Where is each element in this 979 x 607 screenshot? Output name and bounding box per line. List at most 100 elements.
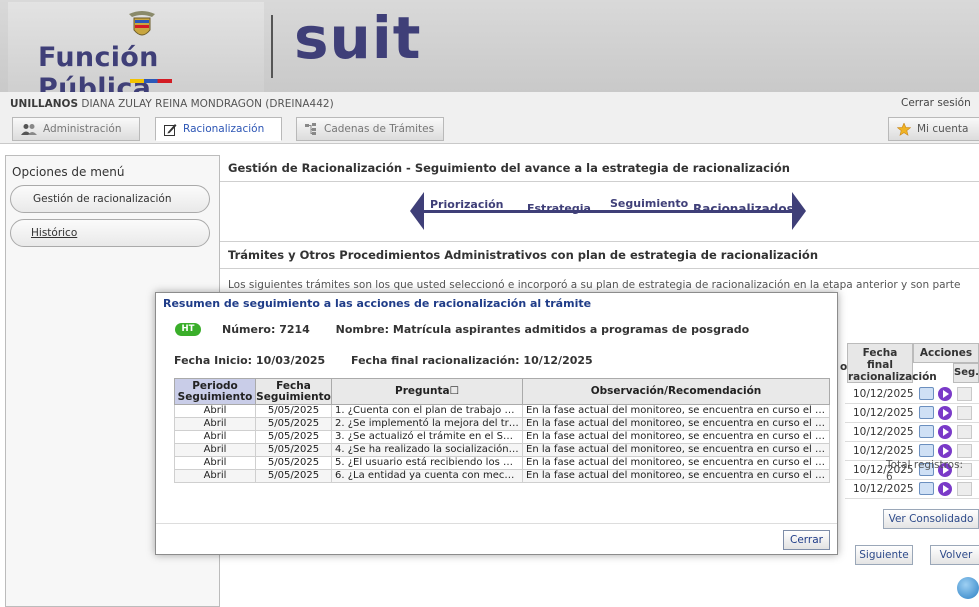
product-logo: suit: [294, 4, 422, 72]
play-icon[interactable]: [938, 425, 952, 439]
table-header-seg: Seg..: [953, 363, 979, 383]
fecha-cell: 10/12/2025: [853, 483, 914, 495]
tab-cadenas-tramites[interactable]: Cadenas de Trámites: [296, 117, 444, 141]
volver-button[interactable]: Volver: [930, 545, 979, 565]
observacion-cell: En la fase actual del monitoreo, se encu…: [522, 417, 830, 431]
sidebar-item-label: Histórico: [31, 227, 78, 239]
home-icon[interactable]: [957, 577, 979, 599]
fecha-cell: 5/05/2025: [255, 417, 332, 431]
list-icon[interactable]: [919, 482, 934, 495]
close-button[interactable]: Cerrar: [783, 530, 830, 550]
tab-bar: Administración Racionalización Cadenas d…: [0, 114, 979, 144]
divider: [220, 268, 979, 269]
total-records-label: Total registros:: [886, 459, 964, 471]
table-row: 10/12/2025: [845, 423, 979, 442]
pregunta-cell: 5. ¿El usuario está recibiendo los be...: [331, 456, 523, 470]
column-header-observacion[interactable]: Observación/Recomendación: [522, 378, 830, 405]
sidebar-title: Opciones de menú: [12, 165, 125, 179]
play-icon[interactable]: [938, 387, 952, 401]
fecha-final-label: Fecha final racionalización:: [351, 354, 520, 367]
fecha-cell: 5/05/2025: [255, 404, 332, 418]
table-row[interactable]: Abril 5/05/2025 1. ¿Cuenta con el plan d…: [174, 404, 830, 418]
observacion-cell: En la fase actual del monitoreo, se encu…: [522, 404, 830, 418]
pregunta-cell: 2. ¿Se implementó la mejora del trá...: [331, 417, 523, 431]
step-racionalizados[interactable]: Racionalizados: [693, 202, 794, 216]
user-name: UNILLANOS DIANA ZULAY REINA MONDRAGON (D…: [10, 98, 334, 110]
list-icon[interactable]: [919, 387, 934, 400]
header: Función Pública suit: [0, 0, 979, 104]
document-icon[interactable]: [957, 387, 972, 401]
chevron-right-icon[interactable]: [792, 192, 806, 230]
fecha-cell: 10/12/2025: [853, 426, 914, 438]
users-icon: [21, 124, 37, 135]
logout-link[interactable]: Cerrar sesión: [901, 97, 971, 109]
ver-consolidado-button[interactable]: Ver Consolidado: [883, 509, 979, 529]
periodo-cell: Abril: [174, 430, 256, 444]
table-row[interactable]: Abril 5/05/2025 5. ¿El usuario está reci…: [174, 456, 830, 470]
table-row[interactable]: Abril 5/05/2025 4. ¿Se ha realizado la s…: [174, 443, 830, 457]
sidebar-item-historico[interactable]: Histórico: [10, 219, 210, 247]
my-account-button[interactable]: Mi cuenta: [888, 117, 979, 141]
document-icon[interactable]: [957, 425, 972, 439]
sidebar-item-label: Gestión de racionalización: [33, 193, 172, 205]
tab-label: Racionalización: [183, 123, 265, 135]
observacion-cell: En la fase actual del monitoreo, se encu…: [522, 469, 830, 483]
step-seguimiento[interactable]: Seguimiento: [610, 197, 688, 210]
play-icon[interactable]: [938, 482, 952, 496]
pregunta-cell: 1. ¿Cuenta con el plan de trabajo p...: [331, 404, 523, 418]
periodo-cell: Abril: [174, 417, 256, 431]
observacion-cell: En la fase actual del monitoreo, se encu…: [522, 430, 830, 444]
periodo-cell: Abril: [174, 456, 256, 470]
sidebar-item-gestion-racionalizacion[interactable]: Gestión de racionalización: [10, 185, 210, 213]
star-icon: [897, 122, 911, 136]
document-icon[interactable]: [957, 444, 972, 458]
ht-badge: HT: [175, 323, 201, 336]
fecha-inicio-label: Fecha Inicio:: [174, 354, 253, 367]
table-row[interactable]: Abril 5/05/2025 3. ¿Se actualizó el trám…: [174, 430, 830, 444]
periodo-cell: Abril: [174, 404, 256, 418]
column-header-fecha[interactable]: Fecha Seguimiento: [255, 378, 332, 405]
dialog-divider: [156, 523, 837, 524]
list-icon[interactable]: [919, 406, 934, 419]
coat-of-arms-icon: [129, 11, 155, 36]
fecha-cell: 10/12/2025: [853, 407, 914, 419]
periodo-cell: Abril: [174, 469, 256, 483]
tab-label: Cadenas de Trámites: [324, 123, 435, 135]
table-header-row: Periodo Seguimiento Fecha Seguimiento Pr…: [174, 378, 830, 405]
my-account-label: Mi cuenta: [917, 123, 969, 135]
table-row[interactable]: Abril 5/05/2025 6. ¿La entidad ya cuenta…: [174, 469, 830, 483]
tab-administracion[interactable]: Administración: [12, 117, 140, 141]
step-priorizacion[interactable]: Priorización: [430, 198, 504, 211]
observacion-cell: En la fase actual del monitoreo, se encu…: [522, 443, 830, 457]
column-header-pregunta[interactable]: Pregunta☐: [331, 378, 523, 405]
periodo-cell: Abril: [174, 443, 256, 457]
fecha-cell: 5/05/2025: [255, 443, 332, 457]
chevron-left-icon[interactable]: [410, 192, 424, 230]
pregunta-cell: 3. ¿Se actualizó el trámite en el SUI...: [331, 430, 523, 444]
user-entity: UNILLANOS: [10, 98, 79, 110]
fecha-inicio-value: 10/03/2025: [255, 354, 326, 367]
list-icon[interactable]: [919, 444, 934, 457]
numero-value: 7214: [279, 323, 310, 336]
section-title: Trámites y Otros Procedimientos Administ…: [228, 248, 819, 262]
document-icon[interactable]: [957, 406, 972, 420]
list-icon[interactable]: [919, 425, 934, 438]
seguimiento-dialog: Resumen de seguimiento a las acciones de…: [155, 292, 838, 555]
table-header-acciones: Acciones: [913, 343, 979, 363]
tab-racionalizacion[interactable]: Racionalización: [155, 117, 282, 141]
user-fullname: DIANA ZULAY REINA MONDRAGON (DREINA442): [78, 98, 334, 110]
siguiente-button[interactable]: Siguiente: [855, 545, 913, 565]
seguimiento-table: Periodo Seguimiento Fecha Seguimiento Pr…: [174, 378, 830, 483]
flag-bar: [130, 79, 172, 83]
fecha-cell: 5/05/2025: [255, 469, 332, 483]
dialog-title: Resumen de seguimiento a las acciones de…: [163, 297, 592, 310]
table-row[interactable]: Abril 5/05/2025 2. ¿Se implementó la mej…: [174, 417, 830, 431]
step-estrategia[interactable]: Estrategia: [527, 202, 591, 215]
page-title: Gestión de Racionalización - Seguimiento…: [228, 161, 790, 175]
column-header-periodo[interactable]: Periodo Seguimiento: [174, 378, 256, 405]
play-icon[interactable]: [938, 406, 952, 420]
document-icon[interactable]: [957, 482, 972, 496]
numero-label: Número:: [222, 323, 276, 336]
play-icon[interactable]: [938, 444, 952, 458]
fecha-cell: 10/12/2025: [853, 445, 914, 457]
